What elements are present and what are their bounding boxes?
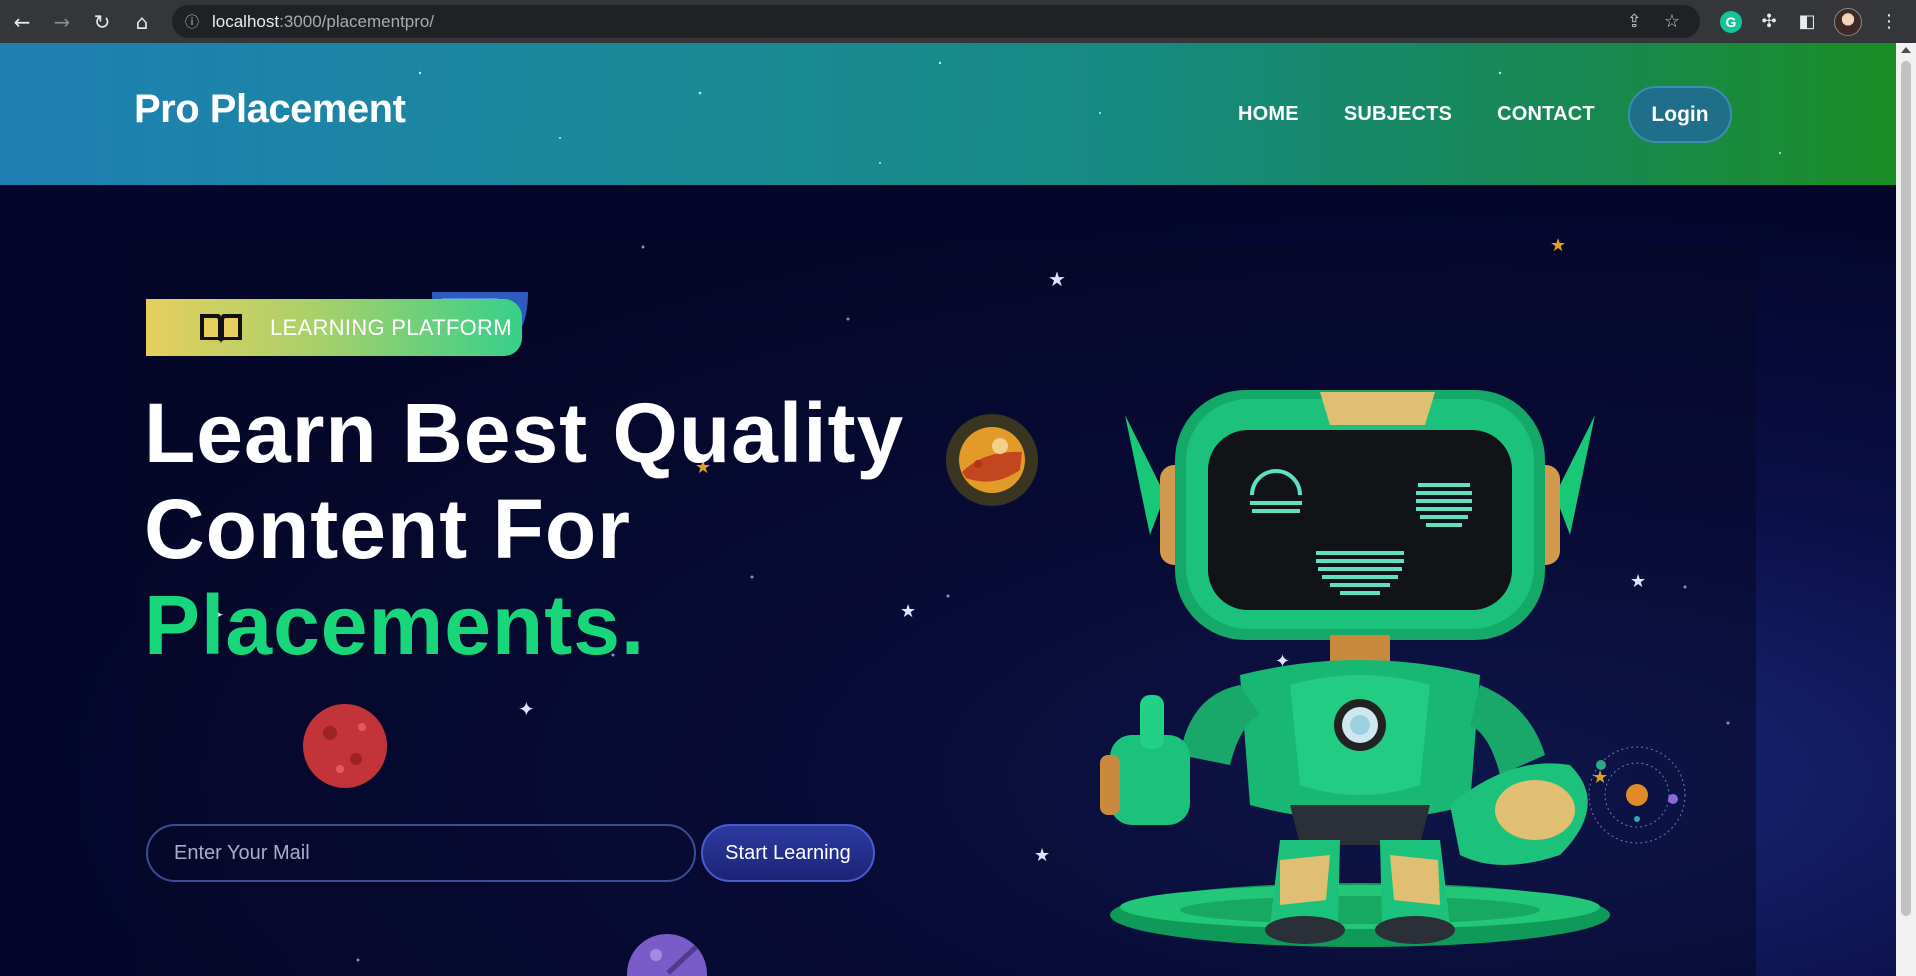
- browser-actions: G ✣ ◧ ⋮: [1720, 0, 1916, 43]
- address-bar-actions: ⇪ ☆: [1627, 5, 1694, 38]
- orange-planet-illustration: [946, 414, 1038, 506]
- email-input[interactable]: [146, 824, 696, 882]
- site-info-icon[interactable]: ⓘ: [172, 12, 212, 32]
- robot-mascot-illustration: [1100, 390, 1610, 947]
- share-icon[interactable]: ⇪: [1627, 11, 1642, 32]
- web-page: Pro Placement HOME SUBJECTS CONTACT Logi…: [0, 43, 1896, 976]
- forward-arrow-icon[interactable]: →: [42, 0, 82, 43]
- menu-item-contact[interactable]: CONTACT: [1497, 103, 1595, 126]
- address-bar[interactable]: ⓘ localhost:3000/placementpro/ ⇪ ☆: [172, 5, 1700, 38]
- bookmark-star-icon[interactable]: ☆: [1664, 11, 1680, 32]
- back-arrow-icon[interactable]: ←: [2, 0, 42, 43]
- login-button[interactable]: Login: [1628, 86, 1732, 143]
- site-navbar: Pro Placement HOME SUBJECTS CONTACT Logi…: [0, 43, 1896, 185]
- main-menu: HOME SUBJECTS CONTACT: [1238, 103, 1595, 126]
- page-scrollbar[interactable]: [1896, 43, 1916, 976]
- grammarly-extension-icon[interactable]: G: [1720, 10, 1742, 33]
- menu-item-home[interactable]: HOME: [1238, 103, 1299, 126]
- scroll-up-arrow-icon[interactable]: [1901, 47, 1911, 53]
- hero-section: ★ ★ ★ ✦ ★ ✦ ★ ✦ ★ ★ LEARNING PLATFORM Le…: [0, 185, 1896, 976]
- purple-planet-illustration: [627, 934, 707, 976]
- headline-line-2: Content For: [144, 482, 631, 576]
- hero-headline: Learn Best Quality Content For Placement…: [144, 385, 904, 673]
- headline-accent: Placements.: [144, 578, 646, 672]
- url-path: :3000/placementpro/: [279, 11, 435, 31]
- scrollbar-thumb[interactable]: [1901, 61, 1911, 916]
- side-panel-icon[interactable]: ◧: [1796, 11, 1818, 32]
- badge-label: LEARNING PLATFORM: [270, 314, 512, 340]
- more-menu-icon[interactable]: ⋮: [1878, 11, 1900, 32]
- url-host: localhost: [212, 11, 280, 31]
- browser-toolbar: ← → ↻ ⌂ ⓘ localhost:3000/placementpro/ ⇪…: [0, 0, 1916, 43]
- red-planet-illustration: [303, 704, 387, 788]
- profile-avatar[interactable]: [1834, 7, 1862, 36]
- site-logo[interactable]: Pro Placement: [134, 87, 406, 132]
- start-learning-button[interactable]: Start Learning: [701, 824, 875, 882]
- learning-platform-badge: LEARNING PLATFORM: [146, 299, 522, 356]
- open-book-icon: [200, 313, 242, 344]
- reload-icon[interactable]: ↻: [82, 0, 122, 43]
- headline-line-1: Learn Best Quality: [144, 386, 905, 480]
- home-icon[interactable]: ⌂: [122, 0, 162, 43]
- url-text[interactable]: localhost:3000/placementpro/: [212, 12, 434, 32]
- extensions-puzzle-icon[interactable]: ✣: [1758, 11, 1780, 32]
- menu-item-subjects[interactable]: SUBJECTS: [1344, 103, 1452, 126]
